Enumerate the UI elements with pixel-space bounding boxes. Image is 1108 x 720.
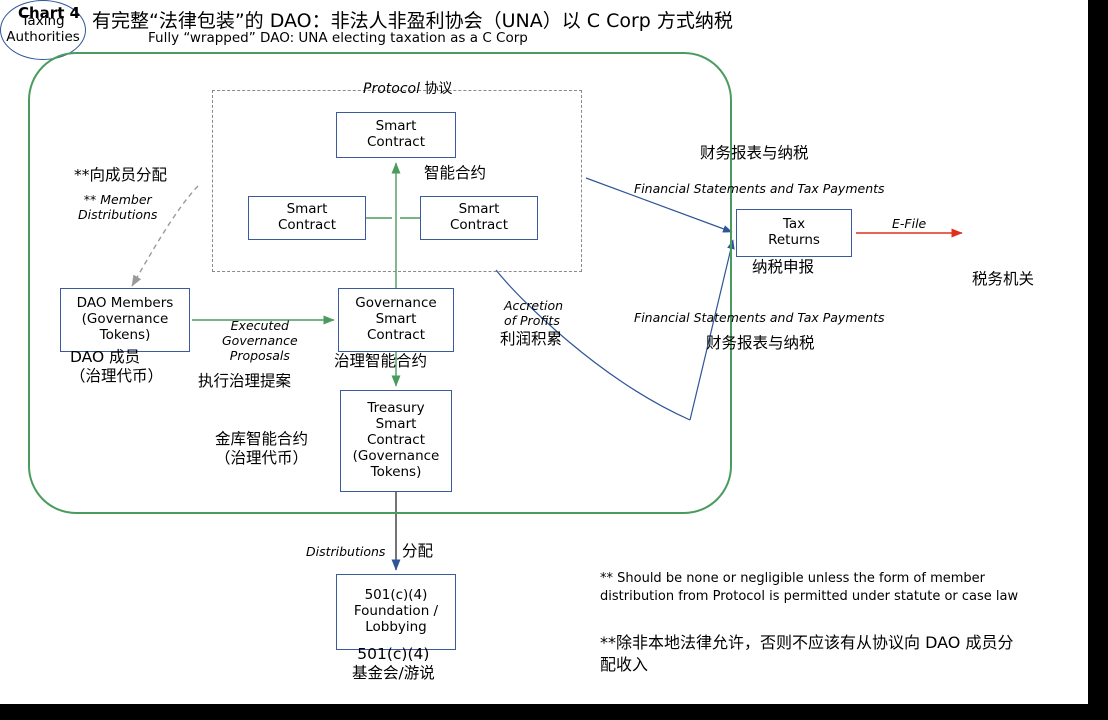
node-smart-contract-right[interactable]: Smart Contract <box>420 196 538 240</box>
node-line: Tokens) <box>370 463 422 480</box>
edge-label-executed-governance-en: Executed Governance Proposals <box>222 318 298 363</box>
node-smart-contract-left[interactable]: Smart Contract <box>248 196 366 240</box>
node-line: Contract <box>449 217 509 233</box>
node-line: DAO Members <box>76 295 174 312</box>
node-line: Returns <box>768 232 820 248</box>
node-treasury-smart-contract[interactable]: Treasury Smart Contract (Governance Toke… <box>340 390 452 492</box>
edge-label-member-distributions-cn: **向成员分配 <box>74 166 168 184</box>
node-tax-returns[interactable]: Tax Returns <box>736 209 852 257</box>
node-line: 501(c)(4) <box>364 587 428 604</box>
label-dao-members-cn: DAO 成员 （治理代币） <box>70 348 164 386</box>
node-line: Lobbying <box>365 618 427 635</box>
node-line: Smart <box>375 311 417 328</box>
node-line: Contract <box>277 217 337 233</box>
footnote-english: ** Should be none or negligible unless t… <box>600 571 1019 605</box>
protocol-label: Protocol 协议 <box>363 78 452 98</box>
protocol-label-cn: 协议 <box>424 81 453 97</box>
edge-label-financial-statements-cn-top: 财务报表与纳税 <box>700 144 809 162</box>
label-treasury-cn: 金库智能合约 （治理代币） <box>215 430 309 468</box>
node-governance-smart-contract[interactable]: Governance Smart Contract <box>338 288 454 352</box>
edge-label-efile: E-File <box>892 216 927 231</box>
node-line: (Governance <box>352 447 440 464</box>
node-line: Smart <box>375 118 417 135</box>
footnote-chinese: **除非本地法律允许，否则不应该有从协议向 DAO 成员分配收入 <box>600 633 1014 674</box>
edge-label-financial-statements-en-bottom: Financial Statements and Tax Payments <box>634 310 885 325</box>
node-line: Foundation / <box>353 603 439 620</box>
node-line: (Governance <box>81 311 169 328</box>
node-line: Smart <box>458 201 500 218</box>
node-line: Contract <box>366 432 426 449</box>
edge-label-distributions-en: Distributions <box>306 544 386 559</box>
node-line: Tax <box>782 216 806 233</box>
node-line: Treasury <box>367 400 425 417</box>
edge-label-accretion-cn: 利润积累 <box>500 330 563 348</box>
edge-label-financial-statements-en-top: Financial Statements and Tax Payments <box>634 181 885 196</box>
node-line: Smart <box>286 201 328 218</box>
label-taxing-authorities-cn: 税务机关 <box>972 270 1035 288</box>
protocol-label-en: Protocol <box>363 81 420 97</box>
label-foundation-cn: 501(c)(4) 基金会/游说 <box>352 645 435 683</box>
node-smart-contract-top[interactable]: Smart Contract <box>336 112 456 158</box>
edge-label-member-distributions-en: ** Member Distributions <box>78 192 158 222</box>
diagram-canvas: Chart 4 有完整“法律包装”的 DAO：非法人非盈利协会（UNA）以 C … <box>0 0 1088 704</box>
node-line: Governance <box>355 295 437 312</box>
label-tax-returns-cn: 纳税申报 <box>752 258 815 276</box>
node-line: Tokens) <box>99 326 151 343</box>
edge-label-distributions-cn: 分配 <box>402 542 434 560</box>
bottom-letterbox <box>0 704 1108 720</box>
edge-label-executed-governance-cn: 执行治理提案 <box>198 372 292 390</box>
node-line: Smart <box>375 416 417 433</box>
right-letterbox <box>1088 0 1108 720</box>
label-smart-contract-cn: 智能合约 <box>424 164 487 182</box>
node-line: Contract <box>366 326 426 343</box>
label-governance-cn: 治理智能合约 <box>334 352 428 370</box>
edge-label-accretion-en: Accretion of Profits <box>504 298 564 328</box>
node-line: Contract <box>366 134 426 150</box>
node-501c4-foundation[interactable]: 501(c)(4) Foundation / Lobbying <box>336 574 456 650</box>
node-dao-members[interactable]: DAO Members (Governance Tokens) <box>60 288 190 352</box>
edge-label-financial-statements-cn-bottom: 财务报表与纳税 <box>706 334 815 352</box>
